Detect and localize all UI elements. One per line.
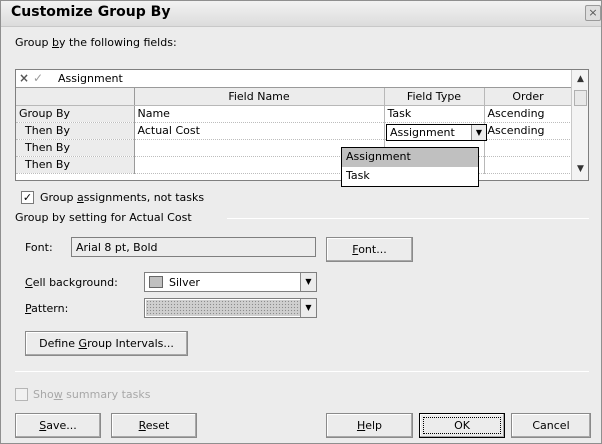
table-row: Then By Actual Cost Ascending bbox=[16, 122, 573, 140]
pattern-label: Pattern: bbox=[25, 302, 68, 315]
edit-bar: × ✓ Assignment bbox=[16, 70, 572, 88]
group-assignments-label-text: Group bbox=[40, 191, 77, 204]
order-cell[interactable]: Ascending bbox=[484, 122, 573, 140]
define-intervals-text-end: roup Intervals... bbox=[87, 337, 174, 350]
edit-bar-value[interactable]: Assignment bbox=[58, 72, 123, 85]
field-name-header: Field Name bbox=[134, 88, 385, 106]
show-summary-tasks-checkbox[interactable] bbox=[15, 388, 28, 401]
table-row: Then By bbox=[16, 156, 573, 174]
field-type-dropdown-list: Assignment Task bbox=[341, 147, 479, 187]
close-icon[interactable]: × bbox=[585, 5, 601, 21]
define-intervals-text: Define bbox=[39, 337, 79, 350]
pattern-select[interactable]: ▼ bbox=[144, 298, 317, 318]
cell-background-select[interactable]: Silver ▼ bbox=[144, 272, 317, 292]
order-header: Order bbox=[484, 88, 573, 106]
chevron-down-icon[interactable]: ▼ bbox=[300, 299, 316, 317]
row-label: Then By bbox=[16, 139, 135, 157]
chevron-down-icon[interactable]: ▼ bbox=[300, 273, 316, 291]
group-assignments-label-text-end: ssignments, not tasks bbox=[83, 191, 205, 204]
save-text: ave... bbox=[46, 419, 77, 432]
define-group-intervals-button[interactable]: Define Group Intervals... bbox=[25, 331, 188, 356]
scroll-down-icon[interactable]: ▼ bbox=[573, 162, 588, 177]
define-group-intervals-label: Define Group Intervals... bbox=[39, 332, 174, 355]
cell-background-value: Silver bbox=[169, 276, 200, 289]
font-value-field: Arial 8 pt, Bold bbox=[71, 237, 316, 257]
reset-button[interactable]: Reset bbox=[111, 413, 197, 438]
accept-edit-icon[interactable]: ✓ bbox=[33, 72, 46, 85]
pattern-text: attern: bbox=[31, 302, 69, 315]
dialog-title: Customize Group By bbox=[11, 4, 171, 20]
show-summary-label-accel: w bbox=[53, 388, 63, 401]
table-corner-header bbox=[16, 88, 135, 106]
field-type-cell[interactable]: Task bbox=[384, 105, 485, 123]
dropdown-option-assignment[interactable]: Assignment bbox=[342, 148, 478, 167]
field-type-combo[interactable]: Assignment ▼ bbox=[386, 124, 487, 141]
scroll-thumb[interactable] bbox=[574, 90, 587, 106]
group-fields-grid: × ✓ Assignment Field Name Field Type Ord… bbox=[15, 69, 589, 181]
scroll-up-icon[interactable]: ▲ bbox=[573, 72, 588, 87]
focus-rect bbox=[423, 417, 501, 434]
help-button[interactable]: Help bbox=[326, 413, 413, 438]
order-cell[interactable]: Ascending bbox=[484, 105, 573, 123]
field-name-cell[interactable]: Actual Cost bbox=[134, 122, 385, 140]
show-summary-label-text: Sho bbox=[33, 388, 54, 401]
save-button-label: Save... bbox=[39, 414, 77, 437]
cancel-button[interactable]: Cancel bbox=[511, 413, 591, 438]
help-button-label: Help bbox=[357, 414, 382, 437]
pattern-swatch bbox=[146, 300, 303, 316]
group-fields-label-text-end: y the following fields: bbox=[58, 36, 177, 49]
group-assignments-checkbox[interactable]: ✓ bbox=[21, 191, 34, 204]
group-fields-label: Group by the following fields: bbox=[15, 36, 177, 49]
cell-background-accel: C bbox=[25, 276, 33, 289]
footer-divider bbox=[15, 371, 589, 372]
cell-background-text: ell background: bbox=[32, 276, 118, 289]
help-text: elp bbox=[365, 419, 383, 432]
order-cell[interactable] bbox=[484, 156, 573, 174]
chevron-down-icon[interactable]: ▼ bbox=[471, 125, 486, 140]
table-header-row: Field Name Field Type Order bbox=[16, 88, 573, 106]
customize-group-by-dialog: Customize Group By × Group by the follow… bbox=[0, 0, 602, 444]
title-bar: Customize Group By × bbox=[1, 1, 601, 27]
reset-button-label: Reset bbox=[139, 414, 170, 437]
font-button[interactable]: Font... bbox=[326, 237, 413, 262]
row-label: Then By bbox=[16, 122, 135, 140]
table-row: Group By Name Task Ascending bbox=[16, 105, 573, 123]
row-label: Group By bbox=[16, 105, 135, 123]
ok-button[interactable]: OK bbox=[419, 413, 505, 438]
reset-accel: R bbox=[138, 419, 146, 432]
group-fields-table: Field Name Field Type Order Group By Nam… bbox=[16, 88, 573, 174]
cancel-edit-icon[interactable]: × bbox=[19, 72, 32, 85]
table-row: Then By bbox=[16, 139, 573, 157]
group-fields-label-text: Group bbox=[15, 36, 52, 49]
font-button-label: Font... bbox=[352, 238, 386, 261]
cancel-button-label: Cancel bbox=[532, 419, 570, 432]
field-name-cell[interactable]: Name bbox=[134, 105, 385, 123]
group-assignments-label: Group assignments, not tasks bbox=[40, 191, 204, 204]
field-type-combo-value: Assignment bbox=[390, 126, 455, 139]
save-button[interactable]: Save... bbox=[15, 413, 101, 438]
define-intervals-accel: G bbox=[78, 337, 88, 350]
cell-background-label: Cell background: bbox=[25, 276, 118, 289]
reset-text: eset bbox=[145, 419, 170, 432]
settings-section-label: Group by setting for Actual Cost bbox=[15, 211, 192, 224]
font-button-text: ont... bbox=[358, 243, 387, 256]
dropdown-option-task[interactable]: Task bbox=[342, 167, 478, 186]
color-swatch bbox=[149, 276, 163, 288]
order-cell[interactable] bbox=[484, 139, 573, 157]
group-assignments-label-accel: a bbox=[77, 191, 84, 204]
show-summary-tasks-label: Show summary tasks bbox=[33, 388, 150, 401]
row-label: Then By bbox=[16, 156, 135, 174]
font-value: Arial 8 pt, Bold bbox=[76, 241, 158, 254]
grid-scrollbar[interactable]: ▲ ▼ bbox=[571, 70, 588, 180]
group-fields-label-accel: b bbox=[52, 36, 59, 49]
field-type-header: Field Type bbox=[384, 88, 485, 106]
font-label: Font: bbox=[25, 241, 53, 254]
help-accel: H bbox=[356, 419, 366, 432]
section-divider bbox=[227, 218, 589, 219]
show-summary-label-text-end: summary tasks bbox=[62, 388, 151, 401]
